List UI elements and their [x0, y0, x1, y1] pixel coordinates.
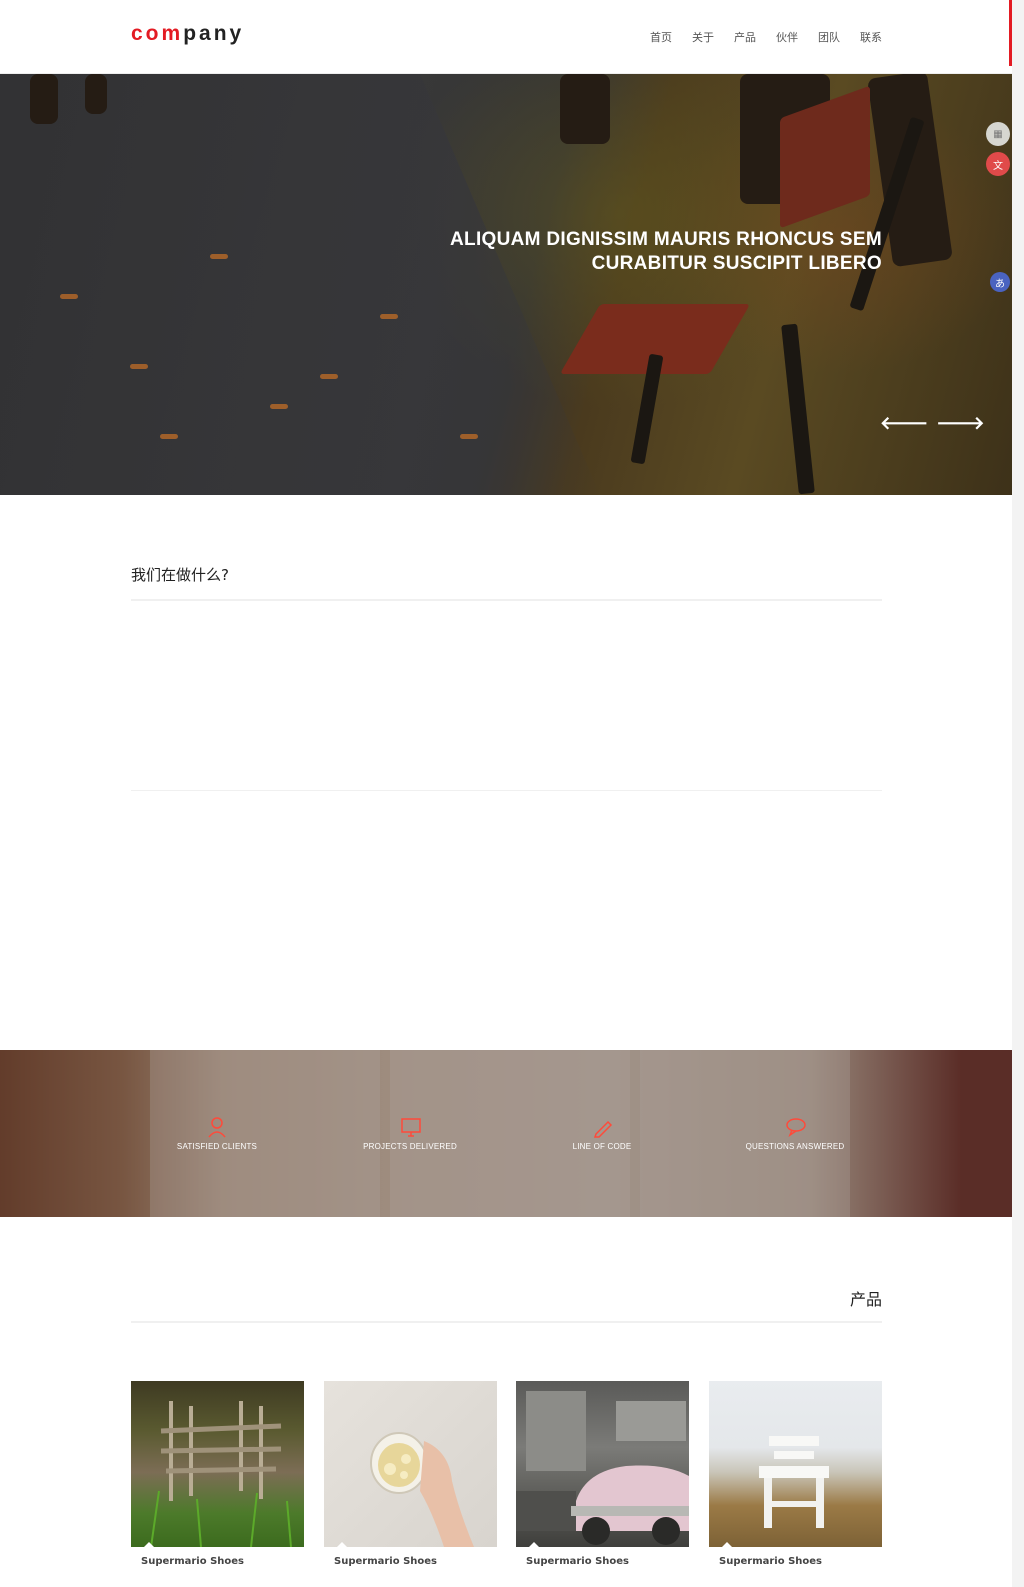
section-divider	[131, 790, 882, 791]
image-notch	[721, 1542, 733, 1547]
main-nav: 首页 关于 产品 伙伴 团队 联系	[650, 29, 882, 45]
product-card[interactable]: Supermario Shoes	[131, 1381, 304, 1567]
tree-trunk	[560, 74, 610, 144]
logo-part-red: com	[131, 22, 184, 45]
translate-icon[interactable]: 文	[986, 152, 1010, 176]
nav-team[interactable]: 团队	[818, 29, 840, 45]
site-header: company 首页 关于 产品 伙伴 团队 联系	[0, 0, 1012, 74]
monitor-icon	[400, 1116, 421, 1138]
section-title-products: 产品	[849, 1290, 882, 1309]
product-image[interactable]	[324, 1381, 497, 1547]
product-name[interactable]: Supermario Shoes	[324, 1556, 497, 1567]
product-card[interactable]: Supermario Shoes	[324, 1381, 497, 1567]
leaf	[380, 314, 398, 319]
leaf	[60, 294, 78, 299]
product-image[interactable]	[516, 1381, 689, 1547]
hero-title: ALIQUAM DIGNISSIM MAURIS RHONCUS SEM CUR…	[450, 228, 882, 276]
language-icon[interactable]: あ	[990, 272, 1010, 292]
nav-about[interactable]: 关于	[692, 29, 714, 45]
product-name[interactable]: Supermario Shoes	[131, 1556, 304, 1567]
tree-trunk	[30, 74, 58, 124]
nav-products[interactable]: 产品	[734, 29, 756, 45]
tree-trunk	[85, 74, 107, 114]
leaf	[160, 434, 178, 439]
nav-partners[interactable]: 伙伴	[776, 29, 798, 45]
leaf	[270, 404, 288, 409]
section-divider	[131, 599, 882, 601]
nav-home[interactable]: 首页	[650, 29, 672, 45]
stat-label: PROJECTS DELIVERED	[363, 1142, 457, 1151]
product-name[interactable]: Supermario Shoes	[516, 1556, 689, 1567]
hero-title-line1: ALIQUAM DIGNISSIM MAURIS RHONCUS SEM	[450, 229, 882, 250]
stat-label: LINE OF CODE	[572, 1142, 632, 1151]
stat-label: SATISFIED CLIENTS	[176, 1142, 258, 1151]
leaf	[320, 374, 338, 379]
pencil-icon	[592, 1116, 613, 1138]
next-arrow-icon[interactable]: 🡒	[936, 413, 984, 434]
stat-projects-delivered: PROJECTS DELIVERED	[325, 1116, 495, 1151]
stat-label: QUESTIONS ANSWERED	[745, 1142, 845, 1151]
stat-satisfied-clients: SATISFIED CLIENTS	[132, 1116, 302, 1151]
scrollbar-track[interactable]	[1012, 0, 1024, 1587]
section-divider	[131, 1321, 882, 1323]
leaf	[210, 254, 228, 259]
user-icon	[207, 1116, 227, 1138]
logo-part-dark: pany	[183, 22, 245, 45]
product-card[interactable]: Supermario Shoes	[516, 1381, 689, 1567]
prev-arrow-icon[interactable]: 🡐	[880, 413, 928, 434]
nav-contact[interactable]: 联系	[860, 29, 882, 45]
image-notch	[143, 1542, 155, 1547]
hero-slider: ALIQUAM DIGNISSIM MAURIS RHONCUS SEM CUR…	[0, 74, 1012, 495]
stats-band: SATISFIED CLIENTS PROJECTS DELIVERED LIN…	[0, 1050, 1012, 1217]
image-notch	[528, 1542, 540, 1547]
leaf	[460, 434, 478, 439]
logo[interactable]: company	[131, 22, 244, 46]
chat-icon	[785, 1116, 806, 1138]
product-image[interactable]	[709, 1381, 882, 1547]
product-name[interactable]: Supermario Shoes	[709, 1556, 882, 1567]
image-notch	[336, 1542, 348, 1547]
hero-title-line2: CURABITUR SUSCIPIT LIBERO	[591, 253, 882, 274]
product-card[interactable]: Supermario Shoes	[709, 1381, 882, 1567]
grid-icon[interactable]: ▦	[986, 122, 1010, 146]
slider-controls: 🡐 🡒	[880, 413, 985, 434]
stat-line-of-code: LINE OF CODE	[517, 1116, 687, 1151]
product-image[interactable]	[131, 1381, 304, 1547]
leaf	[130, 364, 148, 369]
section-title-what-we-do: 我们在做什么?	[131, 566, 229, 584]
stat-questions-answered: QUESTIONS ANSWERED	[710, 1116, 880, 1151]
